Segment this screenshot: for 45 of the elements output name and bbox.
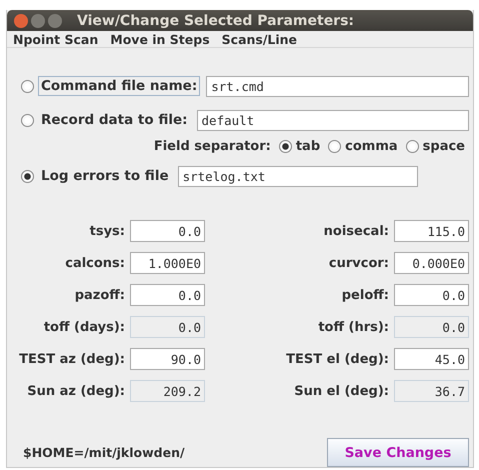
input-field[interactable]: 90.0 <box>130 348 205 370</box>
input-field[interactable]: 45.0 <box>394 348 469 370</box>
parameter-label: TEST az (deg): <box>18 352 125 366</box>
input-field[interactable]: default <box>196 110 469 130</box>
close-icon[interactable] <box>14 14 28 28</box>
input-field[interactable]: 1.000E0 <box>130 252 205 274</box>
radio-label: space <box>422 138 465 154</box>
minimize-icon[interactable] <box>31 14 45 28</box>
parameter-label: tsys: <box>88 224 125 238</box>
input-field[interactable]: 0.0 <box>130 284 205 306</box>
parameter-label: TEST el (deg): <box>285 352 389 366</box>
field-separator-label: Field separator: <box>154 138 271 154</box>
input-field[interactable]: srtelog.txt <box>178 166 418 186</box>
parameter-label: Sun el (deg): <box>293 384 389 398</box>
parameter-label: peloff: <box>340 288 389 302</box>
parameter-label: calcons: <box>64 256 125 270</box>
input-field[interactable]: 115.0 <box>394 220 469 242</box>
parameter-label: noisecal: <box>322 224 389 238</box>
radio-button[interactable] <box>21 114 34 126</box>
radio-button[interactable] <box>278 140 292 152</box>
radio-button[interactable] <box>406 140 419 152</box>
parameter-label: curvcor: <box>328 256 389 270</box>
home-path: $HOME=/mit/jklowden/ <box>23 445 185 460</box>
input-field[interactable]: 0.0 <box>130 220 205 242</box>
radio-button[interactable] <box>21 170 34 182</box>
menu-item[interactable]: Scans/Line <box>222 32 298 47</box>
parameter-label: toff (hrs): <box>317 320 389 334</box>
option-label[interactable]: Command file name: <box>38 76 200 96</box>
parameter-label: Sun az (deg): <box>26 384 125 398</box>
window-title: View/Change Selected Parameters: <box>77 12 354 29</box>
parameter-label: pazoff: <box>74 288 125 302</box>
input-field[interactable]: 0.000E0 <box>394 252 469 274</box>
menu-item[interactable]: Move in Steps <box>110 32 210 47</box>
option-label[interactable]: Log errors to file <box>38 166 172 186</box>
radio-label: comma <box>345 138 398 154</box>
input-field[interactable]: 0.0 <box>394 284 469 306</box>
radio-button[interactable] <box>21 80 34 92</box>
save-button[interactable]: Save Changes <box>327 438 469 467</box>
parameter-label: toff (days): <box>42 320 125 334</box>
radio-button[interactable] <box>328 140 342 152</box>
option-label[interactable]: Record data to file: <box>38 110 191 130</box>
input-field[interactable]: srt.cmd <box>206 76 469 96</box>
radio-label: tab <box>296 138 320 154</box>
maximize-icon[interactable] <box>48 14 62 28</box>
menu-item[interactable]: Npoint Scan <box>13 32 98 47</box>
